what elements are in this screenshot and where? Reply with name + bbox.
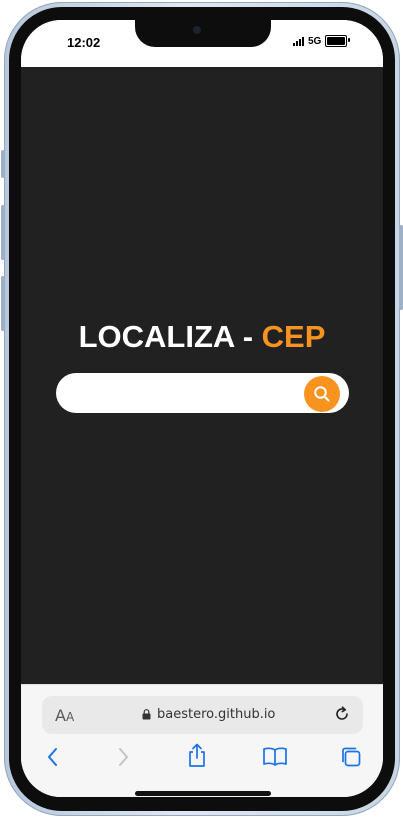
signal-icon — [293, 36, 304, 46]
search-icon — [314, 386, 330, 402]
page-title: LOCALIZA - CEP — [21, 319, 383, 355]
bookmarks-icon[interactable] — [262, 745, 288, 767]
home-indicator — [135, 791, 271, 796]
reload-icon[interactable] — [333, 705, 351, 723]
title-main: LOCALIZA - — [78, 319, 262, 354]
address-bar[interactable]: AA baestero.github.io — [42, 696, 363, 734]
volume-down-button — [1, 276, 5, 331]
forward-icon[interactable] — [115, 745, 131, 769]
browser-nav — [21, 742, 383, 775]
share-icon[interactable] — [186, 742, 208, 768]
text-size-large-a: A — [55, 706, 66, 725]
web-content: LOCALIZA - CEP — [21, 67, 383, 684]
notch — [135, 20, 271, 47]
camera-icon — [193, 26, 201, 34]
back-icon[interactable] — [45, 745, 61, 769]
text-size-button[interactable]: AA — [55, 706, 74, 725]
status-indicators: 5G — [293, 35, 351, 47]
power-button — [399, 225, 403, 310]
url-text: baestero.github.io — [157, 707, 276, 722]
battery-icon — [325, 35, 351, 47]
cep-search-input[interactable] — [70, 381, 294, 407]
search-button[interactable] — [304, 376, 340, 412]
search-bar — [56, 373, 349, 413]
browser-toolbar: AA baestero.github.io — [21, 684, 383, 797]
network-label: 5G — [308, 35, 322, 47]
mute-switch — [1, 150, 5, 178]
lock-icon — [142, 709, 151, 720]
text-size-small-a: A — [65, 710, 75, 724]
volume-up-button — [1, 205, 5, 260]
title-accent: CEP — [261, 319, 326, 354]
status-bar: 12:02 5G — [21, 20, 383, 67]
screen: 12:02 5G LOCALIZA - CEP AA baestero.gith… — [21, 20, 383, 797]
tabs-icon[interactable] — [339, 745, 363, 769]
status-time: 12:02 — [67, 35, 101, 50]
url-display[interactable]: baestero.github.io — [142, 707, 275, 722]
